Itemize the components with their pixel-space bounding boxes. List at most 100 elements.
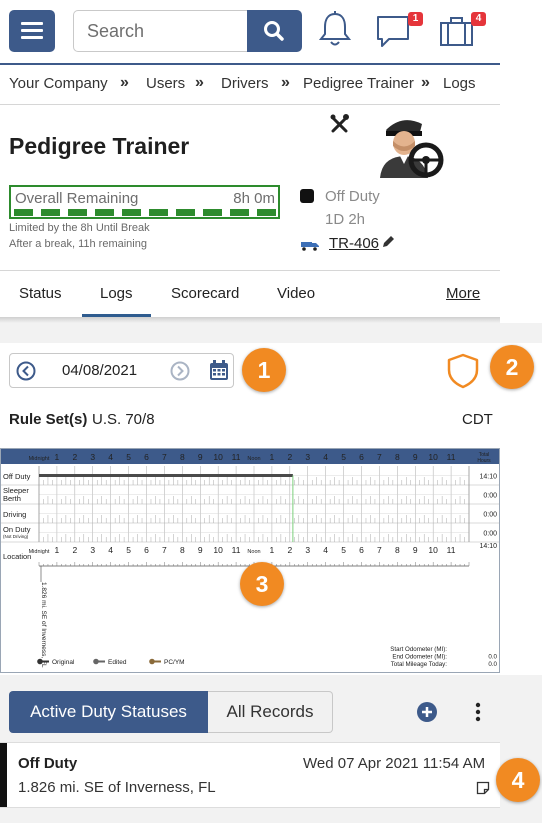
vehicle-link[interactable]: TR-406 (329, 235, 379, 252)
remaining-segment (122, 209, 141, 216)
breadcrumb-separator: » (120, 74, 129, 91)
tab-status[interactable]: Status (19, 285, 62, 302)
hamburger-line (21, 36, 43, 39)
dispatch-badge: 4 (471, 12, 486, 26)
tab-scorecard[interactable]: Scorecard (171, 285, 239, 302)
remaining-value: 8h 0m (233, 190, 275, 207)
hour-label: 6 (359, 545, 364, 555)
hour-label: 9 (413, 452, 418, 462)
hour-label: Midnight (29, 456, 50, 462)
limit-note: Limited by the 8h Until Break (9, 222, 150, 234)
duty-duration: 1D 2h (325, 211, 366, 228)
hour-label: 3 (90, 452, 95, 462)
hour-label: 7 (162, 545, 167, 555)
remaining-segment (95, 209, 114, 216)
hour-label: 5 (341, 545, 346, 555)
search-button[interactable] (247, 10, 302, 52)
hour-label: 11 (232, 452, 241, 462)
record-location: 1.826 mi. SE of Inverness, FL (18, 779, 216, 796)
search-input[interactable] (73, 10, 248, 52)
breadcrumb-users[interactable]: Users (146, 75, 185, 92)
hour-label: 9 (198, 545, 203, 555)
callout-1: 1 (242, 348, 286, 392)
row-total: 0:00 (483, 531, 497, 538)
hour-label: 8 (180, 545, 185, 555)
callout-2: 2 (490, 345, 534, 389)
record-timestamp: Wed 07 Apr 2021 11:54 AM (303, 755, 486, 772)
hour-label: 2 (72, 545, 77, 555)
duty-status-record[interactable]: Off Duty Wed 07 Apr 2021 11:54 AM 1.826 … (0, 742, 500, 808)
total-hours-header: Total Hours (477, 452, 491, 464)
hour-label: 11 (447, 545, 456, 555)
location-entry: 1.826 mi. SE of Inverness, FL (40, 582, 47, 668)
hour-label: 10 (213, 545, 223, 555)
selected-date[interactable]: 04/08/2021 (62, 362, 137, 379)
ruleset-value: U.S. 70/8 (92, 411, 155, 428)
hour-label: 5 (341, 452, 346, 462)
tools-icon[interactable] (329, 113, 351, 135)
breadcrumb-logs: Logs (443, 75, 476, 92)
hour-label: 1 (270, 545, 275, 555)
ruleset-label: Rule Set(s) (9, 411, 88, 428)
breadcrumb-separator: » (195, 74, 204, 91)
legend-label: PC/YM (164, 659, 185, 666)
row-label: Berth (3, 494, 21, 503)
hour-label: 10 (213, 452, 223, 462)
hour-label: 3 (90, 545, 95, 555)
breadcrumb-driver-name[interactable]: Pedigree Trainer (303, 75, 414, 92)
tab-video[interactable]: Video (277, 285, 315, 302)
breadcrumb-separator: » (421, 74, 430, 91)
log-graph-canvas: Midnight 1 2 3 4 5 6 7 8 9 10 11 Noon 1 2 3 4 5 6 7 8 9 10 11 To… (1, 449, 499, 668)
calendar-icon[interactable] (209, 360, 229, 381)
hour-label: 1 (270, 452, 275, 462)
next-day-icon[interactable] (170, 361, 190, 381)
breadcrumb-separator: » (281, 74, 290, 91)
hour-label: 1 (55, 545, 60, 555)
odometer-label: End Odometer (MI): (392, 654, 447, 661)
search-icon (264, 21, 284, 41)
note-icon[interactable] (476, 781, 490, 795)
hour-label: 6 (144, 545, 149, 555)
breadcrumb-company[interactable]: Your Company (9, 75, 108, 92)
shield-icon[interactable] (444, 352, 482, 390)
hour-label: 4 (108, 452, 113, 462)
odometer-label: Total Mileage Today: (391, 661, 448, 668)
hour-label: Noon (247, 549, 260, 555)
truck-icon (300, 238, 320, 251)
pencil-icon[interactable] (381, 235, 395, 249)
hour-label: 3 (305, 545, 310, 555)
row-total: 0:00 (483, 493, 497, 500)
log-graph: Midnight 1 2 3 4 5 6 7 8 9 10 11 Noon 1 2 3 4 5 6 7 8 9 10 11 To… (0, 448, 500, 673)
more-options-icon[interactable] (470, 701, 486, 723)
hour-label: 11 (447, 452, 456, 462)
odometer-value: 0.0 (488, 654, 497, 661)
remaining-segment (149, 209, 168, 216)
hour-label: 2 (287, 452, 292, 462)
notifications-button[interactable] (316, 9, 354, 49)
active-duty-statuses-button[interactable]: Active Duty Statuses (9, 691, 208, 733)
bell-icon (318, 11, 352, 46)
breadcrumb-drivers[interactable]: Drivers (221, 75, 269, 92)
divider (0, 270, 500, 271)
remaining-segment (68, 209, 87, 216)
hour-label: 8 (180, 452, 185, 462)
hour-label: 4 (323, 452, 328, 462)
hour-label: 4 (323, 545, 328, 555)
callout-4: 4 (496, 758, 540, 802)
hour-label: 3 (305, 452, 310, 462)
add-icon[interactable] (416, 701, 438, 723)
tab-logs[interactable]: Logs (100, 285, 133, 302)
hamburger-line (21, 22, 43, 25)
previous-day-icon[interactable] (16, 361, 36, 381)
menu-button[interactable] (9, 10, 55, 52)
hour-label: 1 (55, 452, 60, 462)
hour-label: 11 (232, 545, 241, 555)
remaining-segment (257, 209, 276, 216)
row-label: Off Duty (3, 472, 31, 481)
hour-label: 10 (428, 452, 438, 462)
hour-label: 5 (126, 452, 131, 462)
tab-more[interactable]: More (446, 285, 480, 302)
driver-avatar (374, 112, 446, 180)
legend-label: Original (52, 659, 75, 666)
all-records-button[interactable]: All Records (208, 691, 333, 733)
